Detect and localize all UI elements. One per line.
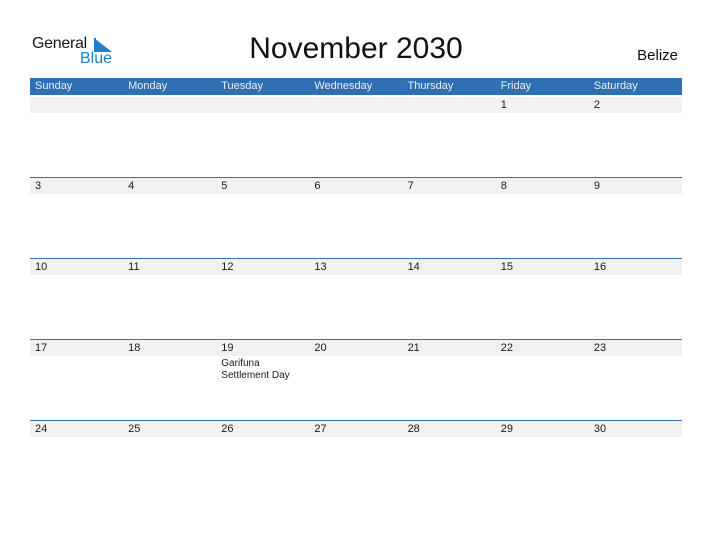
week-row: 24 25 26 27 28 29 30	[30, 420, 682, 502]
day-cell: 2	[589, 97, 682, 178]
day-cell: 18	[123, 340, 216, 421]
day-cell	[309, 97, 402, 178]
day-cell: 25	[123, 421, 216, 502]
day-cell: 28	[403, 421, 496, 502]
day-cell: 11	[123, 259, 216, 340]
day-cell: 21	[403, 340, 496, 421]
day-cell: 22	[496, 340, 589, 421]
day-number: 30	[593, 423, 607, 435]
day-number: 11	[128, 261, 140, 273]
day-number: 21	[407, 342, 420, 354]
day-number: 13	[314, 261, 327, 273]
day-number: 26	[221, 423, 234, 435]
weekday-monday: Monday	[128, 80, 168, 92]
day-cell: 10	[30, 259, 123, 340]
weekday-wednesday: Wednesday	[314, 80, 373, 92]
day-cell: 3	[30, 178, 123, 259]
day-cell	[403, 97, 496, 178]
day-number: 2	[593, 99, 600, 111]
weekday-tuesday: Tuesday	[221, 80, 264, 92]
day-cell: 23	[589, 340, 682, 421]
day-cell	[123, 97, 216, 178]
day-number: 19	[221, 342, 234, 354]
calendar-title: November 2030	[249, 32, 463, 65]
day-cell: 4	[123, 178, 216, 259]
day-number: 25	[128, 423, 141, 435]
weekday-friday: Friday	[500, 80, 532, 92]
day-cell: 26	[216, 421, 309, 502]
day-number: 1	[500, 99, 507, 111]
week-row: 10 11 12 13 14 15 16	[30, 258, 682, 340]
day-cell: 12	[216, 259, 309, 340]
day-number: 3	[35, 180, 42, 192]
day-number: 9	[593, 180, 600, 192]
weekday-thursday: Thursday	[407, 80, 454, 92]
day-cell: 6	[309, 178, 402, 259]
day-number: 17	[35, 342, 48, 354]
day-number: 8	[500, 180, 507, 192]
day-number: 22	[500, 342, 513, 354]
weekday-header: Sunday Monday Tuesday Wednesday Thursday…	[30, 78, 682, 95]
day-number: 4	[128, 180, 135, 192]
day-cell: 9	[589, 178, 682, 259]
day-cell: 24	[30, 421, 123, 502]
day-number: 24	[35, 423, 48, 435]
day-number: 16	[593, 261, 607, 273]
day-number: 10	[35, 261, 48, 273]
day-cell: 30	[589, 421, 682, 502]
day-number: 29	[500, 423, 513, 435]
day-cell: 19 Garifuna Settlement Day	[216, 340, 309, 421]
day-cell: 29	[496, 421, 589, 502]
day-number: 5	[221, 180, 228, 192]
day-number: 12	[221, 261, 234, 273]
day-cell: 7	[403, 178, 496, 259]
day-number: 15	[500, 261, 513, 273]
weekday-saturday: Saturday	[593, 80, 638, 92]
day-number: 7	[407, 180, 414, 192]
week-row: 3 4 5 6 7 8 9	[30, 177, 682, 259]
week-row: 12	[30, 97, 682, 178]
day-cell	[30, 97, 123, 178]
day-cell: 16	[589, 259, 682, 340]
holiday-event: Garifuna Settlement Day	[221, 358, 290, 381]
day-cell: 8	[496, 178, 589, 259]
day-cell: 13	[309, 259, 402, 340]
country-label: Belize	[637, 47, 678, 64]
day-cell: 17	[30, 340, 123, 421]
weekday-sunday: Sunday	[35, 80, 73, 92]
day-number: 23	[593, 342, 607, 354]
day-cell: 15	[496, 259, 589, 340]
day-cell: 20	[309, 340, 402, 421]
day-number: 14	[407, 261, 420, 273]
day-number: 27	[314, 423, 327, 435]
day-number: 18	[128, 342, 141, 354]
day-cell: 5	[216, 178, 309, 259]
day-number: 28	[407, 423, 420, 435]
day-cell	[216, 97, 309, 178]
day-cell: 14	[403, 259, 496, 340]
week-row: 17 18 19 Garifuna Settlement Day 20 21 22 23	[30, 339, 682, 421]
day-cell: 27	[309, 421, 402, 502]
day-number: 20	[314, 342, 327, 354]
day-cell: 1	[496, 97, 589, 178]
day-number: 6	[314, 180, 321, 192]
